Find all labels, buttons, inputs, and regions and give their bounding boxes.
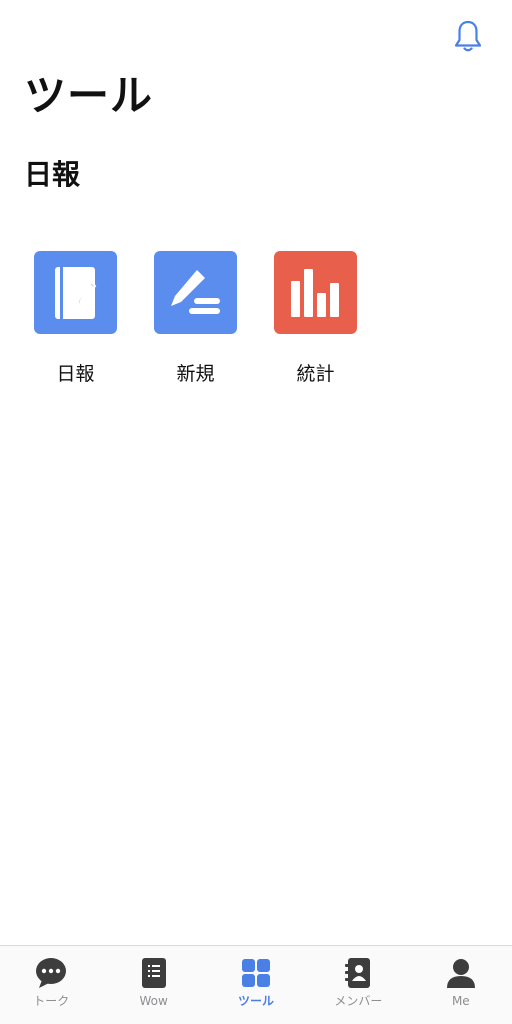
tool-tile	[154, 251, 237, 334]
person-icon	[446, 959, 475, 988]
tab-bar: トーク Wow ツール メンバー Me	[0, 945, 512, 1024]
bell-icon	[454, 20, 482, 52]
tool-new[interactable]: 新規	[154, 251, 237, 386]
tab-talk[interactable]: トーク	[0, 946, 102, 1024]
tab-label: ツール	[238, 994, 275, 1008]
tab-label: メンバー	[334, 994, 383, 1008]
tool-grid: 日報 新規 統計	[34, 251, 357, 386]
tab-label: Me	[451, 994, 470, 1008]
bar-chart-icon	[290, 268, 339, 317]
grid-icon	[242, 959, 271, 987]
chat-bubble-icon	[36, 958, 67, 988]
tool-tile	[274, 251, 357, 334]
pencil-icon	[170, 266, 220, 314]
tool-daily-report[interactable]: 日報	[34, 251, 117, 386]
notification-button[interactable]	[450, 16, 486, 56]
tab-members[interactable]: メンバー	[307, 946, 409, 1024]
tab-label: Wow	[139, 994, 168, 1008]
tool-statistics[interactable]: 統計	[274, 251, 357, 386]
section-title: 日報	[24, 158, 81, 191]
tab-tools[interactable]: ツール	[205, 946, 307, 1024]
tool-tile	[34, 251, 117, 334]
contacts-icon	[345, 958, 371, 988]
notebook-icon	[54, 266, 96, 319]
tab-label: トーク	[33, 994, 70, 1008]
tool-label: 新規	[176, 363, 215, 385]
page-title: ツール	[24, 71, 154, 120]
tab-wow[interactable]: Wow	[102, 946, 204, 1024]
tool-label: 統計	[296, 363, 335, 385]
list-card-icon	[141, 958, 166, 988]
tab-me[interactable]: Me	[410, 946, 512, 1024]
tools-screen: ツール 日報 日報 新規 統計 トーク Wow ツール メンバー Me	[0, 0, 512, 1024]
tool-label: 日報	[56, 363, 95, 385]
